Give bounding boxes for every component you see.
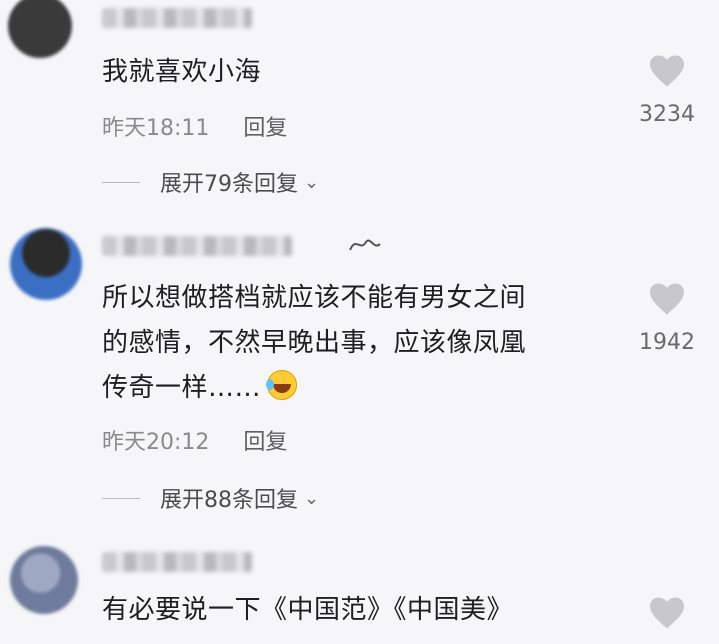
- heart-icon: [650, 283, 684, 315]
- comment-text: 有必要说一下《中国范》《中国美》: [102, 595, 514, 625]
- username-blurred[interactable]: [102, 552, 252, 572]
- divider-line: [102, 497, 140, 499]
- comment-text: 所以想做搭档就应该不能有男女之间 的感情，不然早晚出事，应该像凤凰 传奇一样……: [102, 283, 527, 403]
- reply-button[interactable]: 回复: [243, 116, 287, 141]
- reply-button[interactable]: 回复: [243, 430, 287, 455]
- timestamp: 昨天20:12: [102, 430, 210, 455]
- divider-line: [102, 181, 140, 183]
- heart-icon: [650, 55, 684, 87]
- like-button[interactable]: 1942: [622, 282, 712, 355]
- chevron-down-icon: ⌄: [304, 171, 320, 193]
- like-button[interactable]: 3234: [622, 54, 712, 127]
- like-count: 3234: [639, 102, 695, 127]
- timestamp: 昨天18:11: [102, 116, 210, 141]
- comment-text: 我就喜欢小海: [102, 57, 262, 87]
- chevron-down-icon: ⌄: [304, 487, 320, 509]
- avatar[interactable]: [10, 228, 82, 300]
- expand-replies-label: 展开79条回复: [160, 172, 298, 197]
- comment-meta: 昨天18:11 回复: [102, 110, 287, 142]
- like-count: 1942: [639, 330, 695, 355]
- username-blurred[interactable]: [102, 8, 252, 28]
- badge-icon: [349, 239, 381, 251]
- avatar[interactable]: [8, 0, 72, 58]
- expand-replies-label: 展开88条回复: [160, 488, 298, 513]
- laughing-emoji-icon: [266, 370, 298, 400]
- avatar[interactable]: [10, 546, 78, 614]
- expand-replies-button[interactable]: 展开88条回复 ⌄: [102, 482, 319, 514]
- expand-replies-button[interactable]: 展开79条回复 ⌄: [102, 166, 319, 198]
- username-blurred[interactable]: [102, 236, 292, 256]
- heart-icon: [650, 597, 684, 629]
- like-button[interactable]: [622, 596, 712, 630]
- comment-meta: 昨天20:12 回复: [102, 424, 287, 456]
